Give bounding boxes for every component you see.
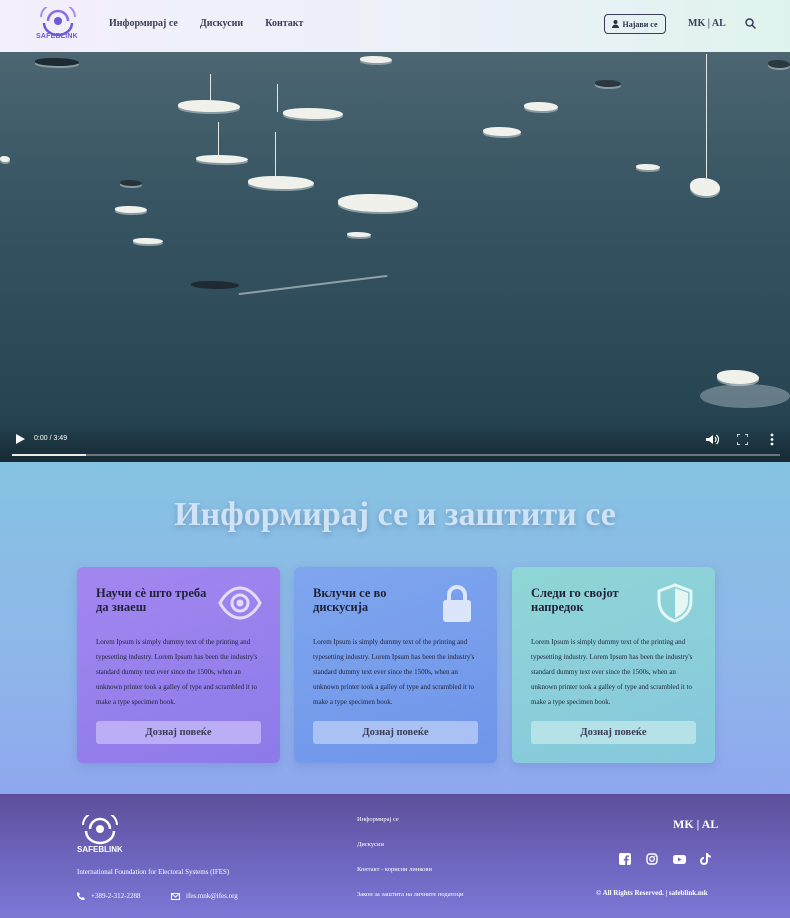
login-button[interactable]: Најави се <box>604 14 666 34</box>
fullscreen-icon[interactable] <box>737 434 748 445</box>
login-label: Најави се <box>622 19 658 29</box>
learn-more-button[interactable]: Дознај повеќе <box>313 721 478 744</box>
more-options-icon[interactable] <box>770 433 774 446</box>
nav-inform[interactable]: Информирај се <box>109 18 178 29</box>
footer-phone[interactable]: +389-2-312-2288 <box>77 892 140 900</box>
card-title: Вклучи се во дискусија <box>313 586 387 614</box>
card-text: Lorem Ipsum is simply dummy text of the … <box>96 638 258 706</box>
video-progress-fill <box>12 454 87 456</box>
site-header: SAFEBLINK Информирај се Дискусии Контакт… <box>0 0 790 52</box>
card-title: Следи го својот напредок <box>531 586 619 614</box>
play-icon[interactable] <box>16 434 25 444</box>
video-time: 0:00 / 3:49 <box>34 435 68 442</box>
card-discuss: Вклучи се во дискусија Lorem Ipsum is si… <box>294 567 497 763</box>
footer-link-contact[interactable]: Контакт - корисни линкови <box>357 866 463 891</box>
user-icon <box>612 20 620 28</box>
email-address: ifes.mnk@ifes.org <box>186 892 238 900</box>
video-controls: 0:00 / 3:49 <box>0 422 790 462</box>
footer-email[interactable]: ifes.mnk@ifes.org <box>171 892 238 900</box>
phone-number: +389-2-312-2288 <box>91 892 141 900</box>
footer-language-switcher[interactable]: MK | AL <box>673 817 718 832</box>
main-nav: Информирај се Дискусии Контакт <box>109 18 303 29</box>
footer-link-discussions[interactable]: Дискусии <box>357 841 463 866</box>
youtube-icon[interactable] <box>673 852 686 864</box>
search-icon[interactable] <box>745 18 756 29</box>
volume-icon[interactable] <box>706 434 719 445</box>
card-text: Lorem Ipsum is simply dummy text of the … <box>313 638 475 706</box>
nav-discussions[interactable]: Дискусии <box>200 18 243 29</box>
social-links <box>619 852 712 865</box>
copyright: © All Rights Reserved. | safeblink.mk <box>596 889 708 897</box>
card-learn: Научи сè што треба да знаеш Lorem Ipsum … <box>77 567 280 763</box>
safeblink-logo[interactable] <box>78 815 122 849</box>
hero-video[interactable]: 0:00 / 3:49 <box>0 52 790 462</box>
lock-icon <box>443 585 471 622</box>
organization-name: International Foundation for Electoral S… <box>77 868 230 876</box>
phone-icon <box>77 892 85 900</box>
tiktok-icon[interactable] <box>700 852 712 865</box>
card-progress: Следи го својот напредок Lorem Ipsum is … <box>512 567 715 763</box>
info-section: Информирај се и заштити се Научи сè што … <box>0 462 790 794</box>
shield-icon <box>657 583 693 623</box>
envelope-icon <box>171 892 180 900</box>
footer-link-inform[interactable]: Информирај се <box>357 816 463 841</box>
learn-more-button[interactable]: Дознај повеќе <box>96 721 261 744</box>
footer-logo-text: SAFEBLINK <box>77 845 123 854</box>
facebook-icon[interactable] <box>619 852 631 865</box>
instagram-icon[interactable] <box>646 852 658 865</box>
logo-text: SAFEBLINK <box>36 33 78 40</box>
eye-icon <box>218 586 262 620</box>
video-progress-bar[interactable] <box>12 454 780 456</box>
section-title: Информирај се и заштити се <box>174 496 616 533</box>
language-switcher[interactable]: MK | AL <box>688 18 726 29</box>
nav-contact[interactable]: Контакт <box>265 18 303 29</box>
footer-links: Информирај се Дискусии Контакт - корисни… <box>357 816 463 916</box>
card-title: Научи сè што треба да знаеш <box>96 586 207 614</box>
site-footer: SAFEBLINK International Foundation for E… <box>0 794 790 918</box>
card-text: Lorem Ipsum is simply dummy text of the … <box>531 638 693 706</box>
footer-link-privacy-law[interactable]: Закон за заштита на личните податоци <box>357 891 463 916</box>
learn-more-button[interactable]: Дознај повеќе <box>531 721 696 744</box>
